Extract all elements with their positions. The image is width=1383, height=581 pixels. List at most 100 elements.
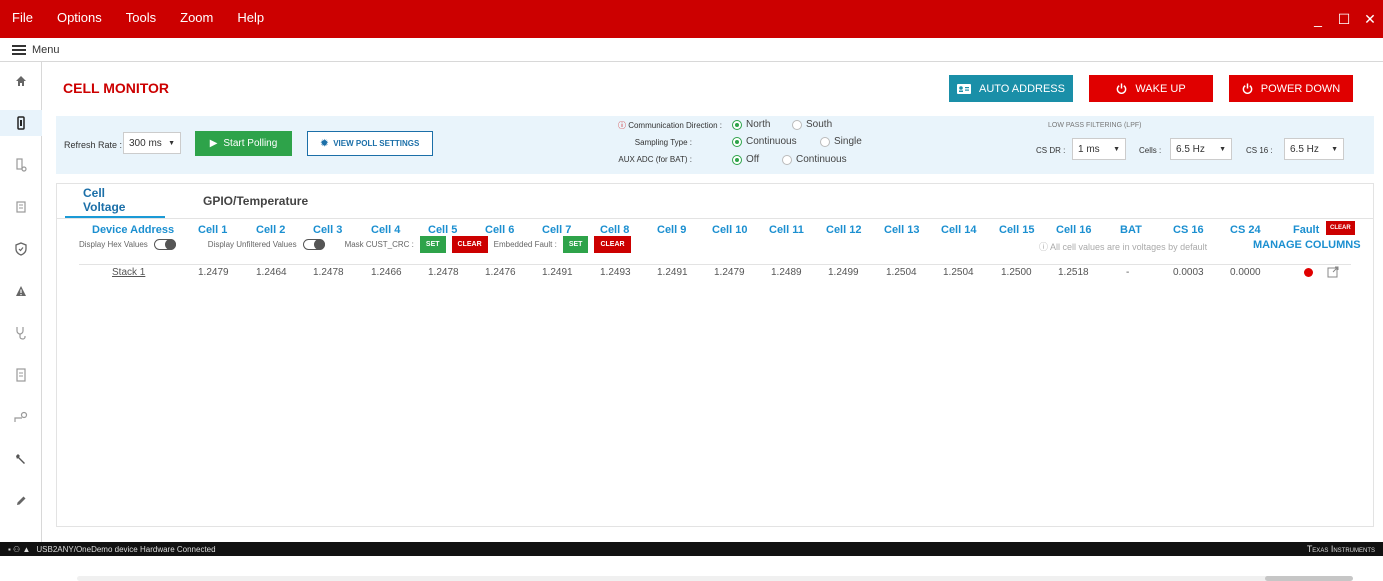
sidebar-registers[interactable] (0, 362, 42, 388)
radio-continuous-sampling[interactable]: Continuous (732, 136, 797, 147)
cell-9-value: 1.2491 (657, 267, 688, 278)
sidebar-scripts[interactable] (0, 404, 42, 430)
start-polling-button[interactable]: ▶ Start Polling (195, 131, 292, 156)
cs24-value: 0.0000 (1230, 267, 1261, 278)
radio-single-sampling[interactable]: Single (820, 136, 862, 147)
col-cell-2: Cell 2 (256, 224, 286, 236)
info-icon: ⓘ (1039, 242, 1049, 252)
manage-columns-link[interactable]: MANAGE COLUMNS (1253, 239, 1361, 251)
cell-5-value: 1.2478 (428, 267, 459, 278)
close-button[interactable]: ✕ (1357, 11, 1383, 28)
window-controls: _ ☐ ✕ (1305, 0, 1383, 38)
sidebar-diagnostics[interactable] (0, 320, 42, 346)
cs16-value: 0.0003 (1173, 267, 1204, 278)
radio-south[interactable]: South (792, 119, 832, 130)
col-cs16: CS 16 (1173, 224, 1204, 236)
cell-13-value: 1.2504 (886, 267, 917, 278)
col-cell-9: Cell 9 (657, 224, 687, 236)
options-row: Display Hex Values Display Unfiltered Va… (79, 236, 631, 253)
refresh-rate-select[interactable]: 300 ms ▼ (123, 132, 181, 154)
radio-unchecked-icon (782, 154, 792, 165)
stethoscope-icon (16, 327, 26, 340)
col-bat: BAT (1120, 224, 1142, 236)
horizontal-scrollbar[interactable] (77, 576, 1307, 581)
scrollbar-thumb[interactable] (1265, 576, 1353, 581)
menu-toggle-label[interactable]: Menu (32, 44, 60, 56)
pencil-icon (17, 496, 26, 505)
mask-crc-set-button[interactable]: SET (419, 236, 446, 253)
cell-11-value: 1.2489 (771, 267, 802, 278)
col-fault: Fault (1293, 224, 1320, 236)
refresh-rate-value: 300 ms (129, 137, 162, 149)
menu-help[interactable]: Help (225, 0, 276, 38)
chevron-down-icon: ▼ (168, 139, 175, 147)
radio-aux-continuous[interactable]: Continuous (782, 154, 847, 165)
open-external-icon[interactable] (1327, 266, 1339, 278)
status-text: USB2ANY/OneDemo device Hardware Connecte… (36, 544, 216, 554)
radio-south-label: South (806, 119, 833, 130)
sidebar-warnings[interactable] (0, 278, 42, 304)
fault-clear-button[interactable]: CLEAR (1326, 221, 1355, 235)
maximize-button[interactable]: ☐ (1331, 11, 1357, 28)
chevron-down-icon: ▼ (1219, 145, 1226, 153)
cs16-lpf-label: CS 16 : (1246, 146, 1273, 155)
view-poll-settings-button[interactable]: ✹ VIEW POLL SETTINGS (307, 131, 433, 156)
power-icon (1117, 83, 1127, 94)
tab-gpio-temperature[interactable]: GPIO/Temperature (185, 184, 326, 218)
cs-dr-value: 1 ms (1078, 143, 1100, 155)
col-cell-11: Cell 11 (769, 224, 804, 236)
home-icon (16, 76, 26, 86)
power-down-button[interactable]: POWER DOWN (1229, 75, 1353, 102)
device-address-link[interactable]: Stack 1 (112, 267, 145, 278)
cs-dr-select[interactable]: 1 ms ▼ (1072, 138, 1126, 160)
cell-7-value: 1.2491 (542, 267, 573, 278)
main-content: CELL MONITOR AUTO ADDRESS WAKE UP POWER … (43, 62, 1383, 581)
cell-16-value: 1.2518 (1058, 267, 1089, 278)
sidebar-tools[interactable] (0, 446, 42, 472)
cell-3-value: 1.2478 (313, 267, 344, 278)
sidebar-protection[interactable] (0, 236, 42, 262)
cs-dr-label: CS DR : (1036, 146, 1066, 155)
col-cell-5: Cell 5 (428, 224, 458, 236)
radio-continuous-label: Continuous (746, 136, 797, 147)
hamburger-icon[interactable] (12, 44, 26, 55)
cells-lpf-value: 6.5 Hz (1176, 143, 1205, 155)
embedded-fault-clear-button[interactable]: CLEAR (594, 236, 631, 253)
status-device-icon: ▪ ⚇ ▲ (8, 544, 31, 554)
embedded-fault-set-button[interactable]: SET (562, 236, 589, 253)
menu-zoom[interactable]: Zoom (168, 0, 225, 38)
wake-up-button[interactable]: WAKE UP (1089, 75, 1213, 102)
auto-address-label: AUTO ADDRESS (979, 82, 1065, 95)
radio-unchecked-icon (820, 136, 830, 147)
menu-options[interactable]: Options (45, 0, 114, 38)
sidebar-home[interactable] (0, 68, 42, 94)
radio-aux-off[interactable]: Off (732, 154, 759, 165)
warning-icon (16, 286, 26, 296)
col-cs24: CS 24 (1230, 224, 1261, 236)
menu-file[interactable]: File (0, 0, 45, 38)
cell-4-value: 1.2466 (371, 267, 402, 278)
sidebar-cell-monitor[interactable] (0, 110, 42, 136)
sampling-type-label: Sampling Type : (634, 138, 692, 147)
sidebar-edit[interactable] (0, 488, 42, 514)
chip-icon (16, 201, 26, 213)
auto-address-button[interactable]: AUTO ADDRESS (949, 75, 1073, 102)
tab-cell-voltage[interactable]: Cell Voltage (65, 184, 165, 218)
cs16-lpf-select[interactable]: 6.5 Hz ▼ (1284, 138, 1344, 160)
unfiltered-values-toggle[interactable] (302, 239, 325, 250)
sidebar-balancing[interactable] (0, 152, 42, 178)
menu-tools[interactable]: Tools (114, 0, 168, 38)
power-down-label: POWER DOWN (1260, 82, 1341, 95)
cell-6-value: 1.2476 (485, 267, 516, 278)
col-cell-12: Cell 12 (826, 224, 862, 236)
radio-north[interactable]: North (732, 119, 770, 130)
col-cell-14: Cell 14 (941, 224, 977, 236)
hex-values-toggle[interactable] (153, 239, 176, 250)
shield-icon (15, 242, 27, 256)
minimize-button[interactable]: _ (1305, 11, 1331, 27)
refresh-rate-label: Refresh Rate : (64, 140, 123, 150)
sidebar-module[interactable] (0, 194, 42, 220)
mask-crc-clear-button[interactable]: CLEAR (451, 236, 488, 253)
cells-lpf-select[interactable]: 6.5 Hz ▼ (1170, 138, 1232, 160)
col-cell-16: Cell 16 (1056, 224, 1092, 236)
